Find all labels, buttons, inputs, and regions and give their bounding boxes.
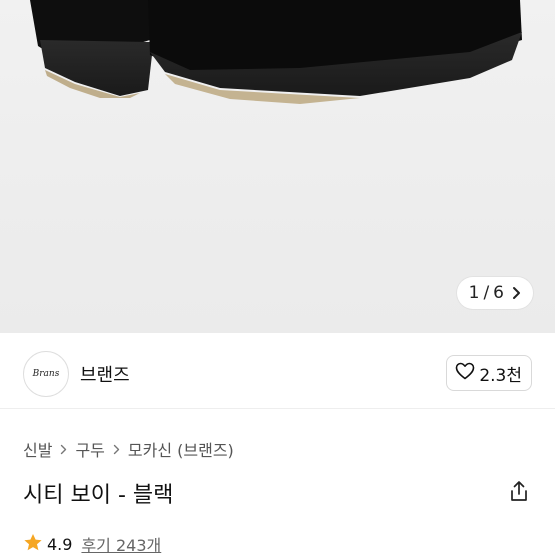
- product-image-gallery[interactable]: 1 / 6: [0, 0, 555, 333]
- rating-summary: 4.9 후기 243개: [23, 532, 161, 556]
- product-image: [30, 0, 522, 104]
- chevron-right-icon: [60, 444, 67, 455]
- like-button[interactable]: 2.3천: [446, 355, 532, 391]
- pager-current: 1: [468, 283, 480, 303]
- brand-row: Brans 브랜즈 2.3천: [0, 346, 555, 402]
- brand-logo-text: Brans: [32, 369, 60, 379]
- brand-name-link[interactable]: 브랜즈: [80, 361, 130, 387]
- rating-score: 4.9: [47, 534, 73, 554]
- pager-total: 6: [493, 283, 504, 303]
- like-count: 2.3천: [479, 365, 522, 386]
- breadcrumb-item-shoes[interactable]: 신발: [23, 437, 52, 461]
- breadcrumb: 신발 구두 모카신 (브랜즈): [23, 437, 234, 461]
- pager-separator: /: [483, 283, 490, 303]
- breadcrumb-item-dress-shoes[interactable]: 구두: [75, 437, 104, 461]
- chevron-right-icon: [113, 444, 120, 455]
- heart-icon: [455, 362, 479, 385]
- share-icon[interactable]: [509, 480, 529, 506]
- chevron-right-icon: [512, 286, 521, 300]
- image-pager[interactable]: 1 / 6: [456, 277, 533, 309]
- brand-logo[interactable]: Brans: [23, 351, 69, 397]
- section-divider: [0, 408, 555, 409]
- reviews-link[interactable]: 후기 243개: [81, 532, 161, 556]
- breadcrumb-item-moccasin[interactable]: 모카신 (브랜즈): [128, 437, 234, 461]
- product-title: 시티 보이 - 블랙: [23, 483, 174, 508]
- star-icon: [23, 533, 43, 556]
